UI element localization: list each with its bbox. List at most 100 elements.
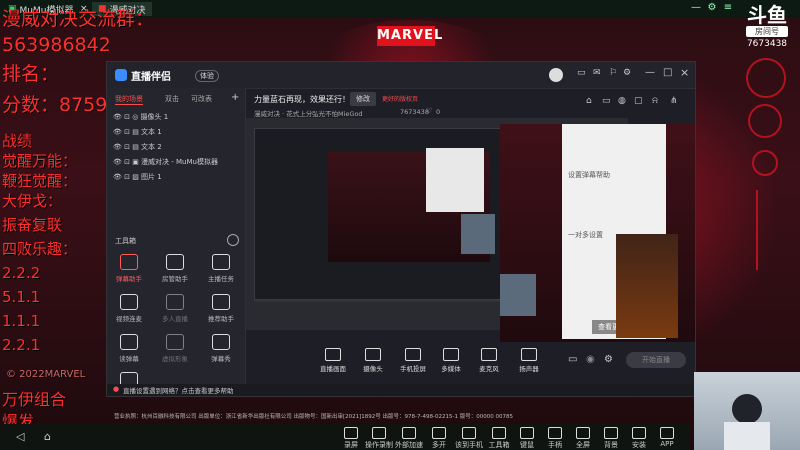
douyu-logo-text: 斗鱼 [747,3,787,27]
camera-button[interactable]: 摄像头 [356,348,390,373]
add-scene-icon[interactable]: + [231,92,239,103]
maximize-icon[interactable]: □ [663,67,672,78]
status-bar: ● 直播设置遇到网络？点击查看更多帮助 [107,384,695,396]
gift-icon[interactable]: ⚐ [609,68,617,78]
tool-to-phone[interactable]: 该到手机 [454,427,484,450]
like-icon: ♡ [426,107,433,115]
streamer-webcam [694,372,800,450]
tool-toolbox[interactable]: 工具箱 [484,427,514,450]
version-badge[interactable]: 体验 [195,70,219,82]
record-icon[interactable]: ▭ [568,354,577,365]
tool-multi[interactable]: 多开 [424,427,454,450]
rank-label: 排名： [2,63,60,85]
streamer-body [724,422,770,450]
game-capture: 设置弹幕帮助 一对多设置 查看更多 [500,124,695,342]
gear-icon[interactable]: ⚙ [623,68,631,78]
share-icon[interactable]: ⋔ [670,96,678,106]
tool-room-manager[interactable]: 房管助手 [159,254,191,283]
app-name: 直播伴侣 [131,72,171,83]
home-icon[interactable]: ⌂ [586,96,592,106]
tool-record-screen[interactable]: 录屏 [336,427,366,450]
nested-bottom-bar [254,300,506,302]
tool-op-record[interactable]: 操作录制 [364,427,394,450]
tool-install[interactable]: 安装 [624,427,654,450]
score-label: 分数：8759 [2,94,108,116]
room-id: 7673438 [746,39,788,49]
tool-app[interactable]: APP [652,427,682,448]
scene-item[interactable]: 👁 ⊡ ▤ 文本 1 [113,125,162,139]
character-art [616,234,678,338]
speaker-button[interactable]: 扬声器 [512,348,546,373]
mic-button[interactable]: 麦克风 [472,348,506,373]
eye-icon[interactable]: ◉ [586,354,595,365]
start-live-button[interactable]: 开始直播 [626,352,686,368]
gear-icon[interactable]: ⚙ [604,354,613,365]
red-lantern-decoration [752,150,778,176]
stats-line: 四败乐趣： [2,240,78,258]
app-logo-icon [115,69,127,81]
mic-icon[interactable]: ◍ [618,96,626,106]
stream-title: 力量蓝石再现，效果还行！ [254,95,350,104]
edit-button[interactable]: 修改 [350,92,376,106]
tab-scenes[interactable]: 我的场景 [115,94,143,105]
tool-keymouse[interactable]: 键鼠 [512,427,542,450]
copyright-label: © 2022MARVEL [6,369,86,380]
mail-icon[interactable]: ✉ [593,68,601,78]
stats-line: 振奋复联 [2,216,63,234]
source-bar: 直播画面 摄像头 手机投屏 多媒体 麦克风 扬声器 ▭ ◉ ⚙ 开始直播 [246,342,695,382]
red-link[interactable]: 更好的版权页 [382,94,418,103]
tool-avatar[interactable]: 虚拟形象 [159,334,191,363]
home-icon[interactable]: ⌂ [44,430,51,443]
bell-icon[interactable]: ⍾ [652,96,658,106]
media-button[interactable]: 多媒体 [434,348,468,373]
scene-item[interactable]: 👁 ⊡ ◎ 摄像头 1 [113,110,168,124]
stats-line: 大伊戈： [2,192,63,210]
stats-line: 战绩 [2,132,33,150]
stream-info-bar: 力量蓝石再现，效果还行！ 修改 更好的版权页 漫威对决 · 花式上分 弘光不怕M… [246,88,695,118]
combo-label: 万伊组合 [2,390,67,409]
tool-accel[interactable]: 外部加速 [394,427,424,450]
status-text[interactable]: 直播设置遇到网络？点击查看更多帮助 [123,385,234,395]
back-icon[interactable]: ◁ [16,430,24,443]
tools-more-icon[interactable] [227,234,239,246]
tool-read-danmu[interactable]: 读弹幕 [113,334,145,363]
chat-icon[interactable]: ▢ [634,96,643,106]
tool-danmu[interactable]: 弹幕助手 [113,254,145,283]
cart-icon[interactable]: ▭ [602,96,611,106]
message-icon[interactable]: ▭ [577,68,586,78]
tool-danmu-show[interactable]: 弹幕秀 [205,334,237,363]
tool-gamepad[interactable]: 手柄 [540,427,570,450]
live-screen-button[interactable]: 直播画面 [316,348,350,373]
tab-editable[interactable]: 可改表 [191,94,212,104]
app-header: 直播伴侣 体验 ▭ ✉ ⚐ ⚙ — □ × [107,62,695,89]
minimize-icon[interactable]: — [690,2,702,14]
marvel-logo: MARVEL [377,26,442,46]
red-lantern-decoration [748,104,782,138]
emulator-toolbar: ◁ ⌂ 录屏 操作录制 外部加速 多开 该到手机 工具箱 键鼠 手柄 全屏 背景… [0,424,690,450]
minimize-icon[interactable]: — [645,67,655,78]
tab-double[interactable]: 双击 [165,94,179,104]
stats-list: 战绩 觉醒万能： 鞭狂觉醒： 大伊戈： 振奋复联 四败乐趣： 2.2.2 5.1… [2,134,77,362]
tool-fullscreen[interactable]: 全屏 [568,427,598,450]
menu-icon[interactable]: ≡ [722,2,734,14]
scene-item[interactable]: 👁 ⊡ ▣ 漫威对决 - MuMu模拟器 [113,155,218,169]
tool-background[interactable]: 背景 [596,427,626,450]
scene-item[interactable]: 👁 ⊡ ▤ 文本 2 [113,140,162,154]
stats-line: 2.2.2 [2,264,41,282]
tool-tasks[interactable]: 主播任务 [205,254,237,283]
phone-cast-button[interactable]: 手机投屏 [396,348,430,373]
settings-icon[interactable]: ⚙ [706,2,718,14]
scene-item[interactable]: 👁 ⊡ ▨ 图片 1 [113,170,162,184]
avatar[interactable] [549,68,563,82]
tool-video-link[interactable]: 视频连麦 [113,294,145,323]
sidebar: 我的场景 双击 可改表 + 👁 ⊡ ◎ 摄像头 1 👁 ⊡ ▤ 文本 1 👁 ⊡… [107,88,246,396]
tool-multi-live[interactable]: 多人直播 [159,294,191,323]
like-count: 0 [436,108,441,116]
close-icon[interactable]: × [680,66,689,79]
dialog-card [426,148,484,212]
streamer-name: 弘光不怕MieGod [312,110,363,118]
category-label[interactable]: 漫威对决 · 花式上分 [254,108,312,118]
dialog-text: 一对多设置 [568,231,603,239]
tool-recommend[interactable]: 推荐助手 [205,294,237,323]
stats-line: 鞭狂觉醒： [2,172,78,190]
